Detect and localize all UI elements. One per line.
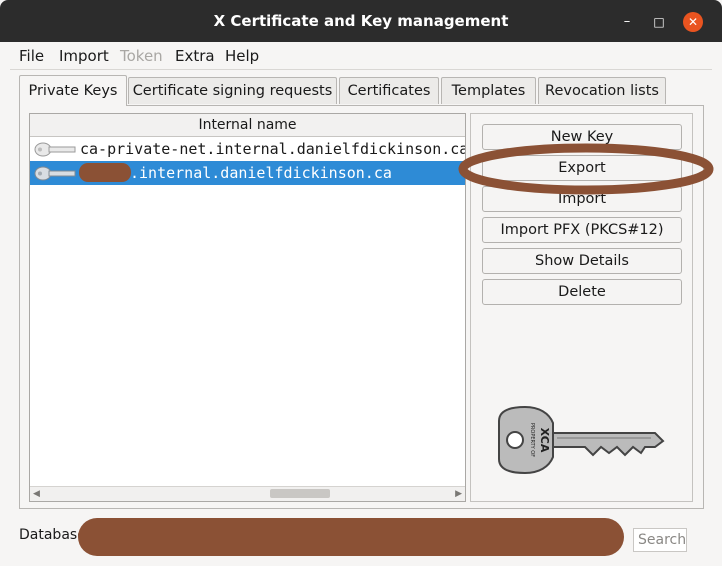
tab-private-keys[interactable]: Private Keys bbox=[19, 75, 127, 106]
redaction-mark bbox=[79, 163, 131, 182]
main-window: X Certificate and Key management – □ ✕ F… bbox=[0, 0, 722, 566]
highlight-ellipse bbox=[458, 143, 714, 195]
redaction-mark bbox=[78, 518, 624, 556]
